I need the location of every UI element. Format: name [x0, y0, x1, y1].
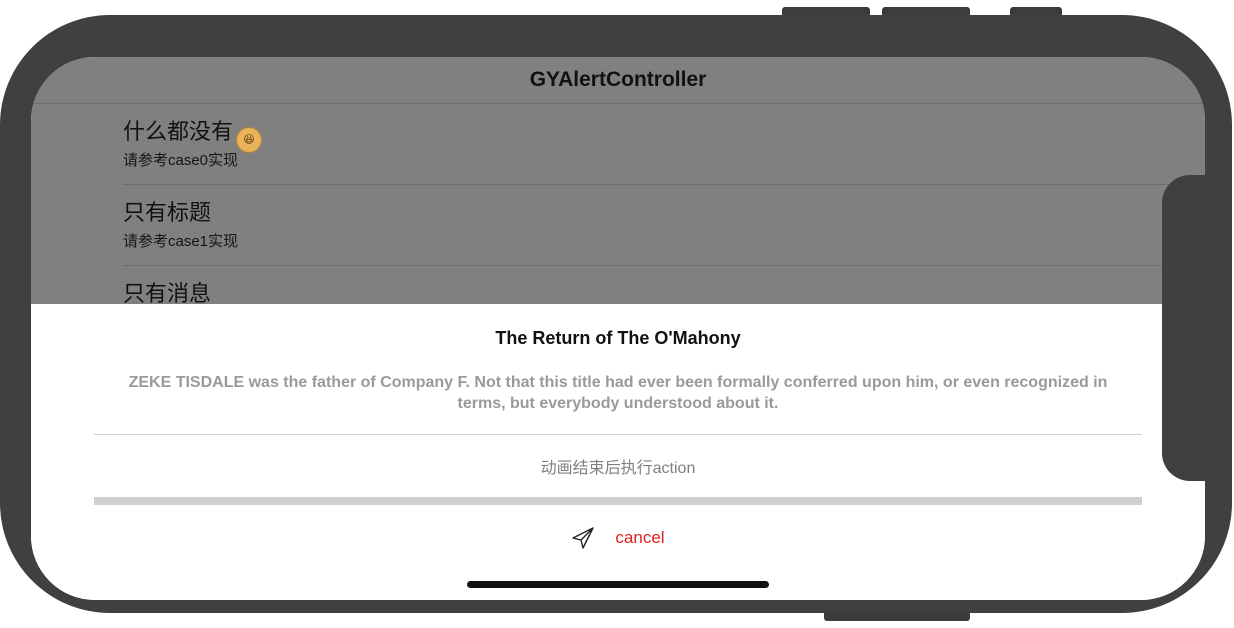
list-item-subtitle: 请参考case1实现: [123, 233, 239, 250]
list-item[interactable]: 什么都没有 😆 请参考case0实现: [123, 104, 1205, 185]
home-indicator[interactable]: [467, 581, 769, 588]
device-frame: GYAlertController 什么都没有 😆 请参考case0实现 只有标题…: [0, 15, 1232, 613]
alert-title: The Return of The O'Mahony: [495, 328, 741, 348]
navigation-bar: GYAlertController: [31, 57, 1205, 104]
alert-message: ZEKE TISDALE was the father of Company F…: [128, 374, 1108, 412]
list-item-title: 什么都没有 😆: [123, 114, 263, 153]
cancel-label: cancel: [615, 528, 665, 547]
cancel-button[interactable]: cancel: [94, 505, 1142, 571]
list-item[interactable]: 只有标题 请参考case1实现: [123, 185, 1205, 266]
section-separator: [94, 497, 1142, 505]
grinning-squinting-face-icon: 😆: [236, 127, 263, 153]
device-notch: [1162, 175, 1212, 481]
device-screen: GYAlertController 什么都没有 😆 请参考case0实现 只有标题…: [31, 57, 1205, 600]
action-sheet: The Return of The O'Mahony ZEKE TISDALE …: [31, 304, 1205, 600]
nav-title: GYAlertController: [529, 68, 707, 91]
list-item-subtitle: 请参考case0实现: [123, 152, 239, 169]
list-item-title: 只有消息: [123, 281, 212, 304]
action-button[interactable]: 动画结束后执行action: [94, 435, 1142, 497]
list-item-title: 只有标题: [123, 200, 212, 225]
list-item-title-text: 什么都没有: [123, 119, 234, 144]
list-item[interactable]: 只有消息: [123, 266, 1205, 304]
case-list[interactable]: 什么都没有 😆 请参考case0实现 只有标题 请参考case1实现 只有消息: [31, 104, 1205, 304]
paper-plane-icon: [572, 527, 595, 549]
